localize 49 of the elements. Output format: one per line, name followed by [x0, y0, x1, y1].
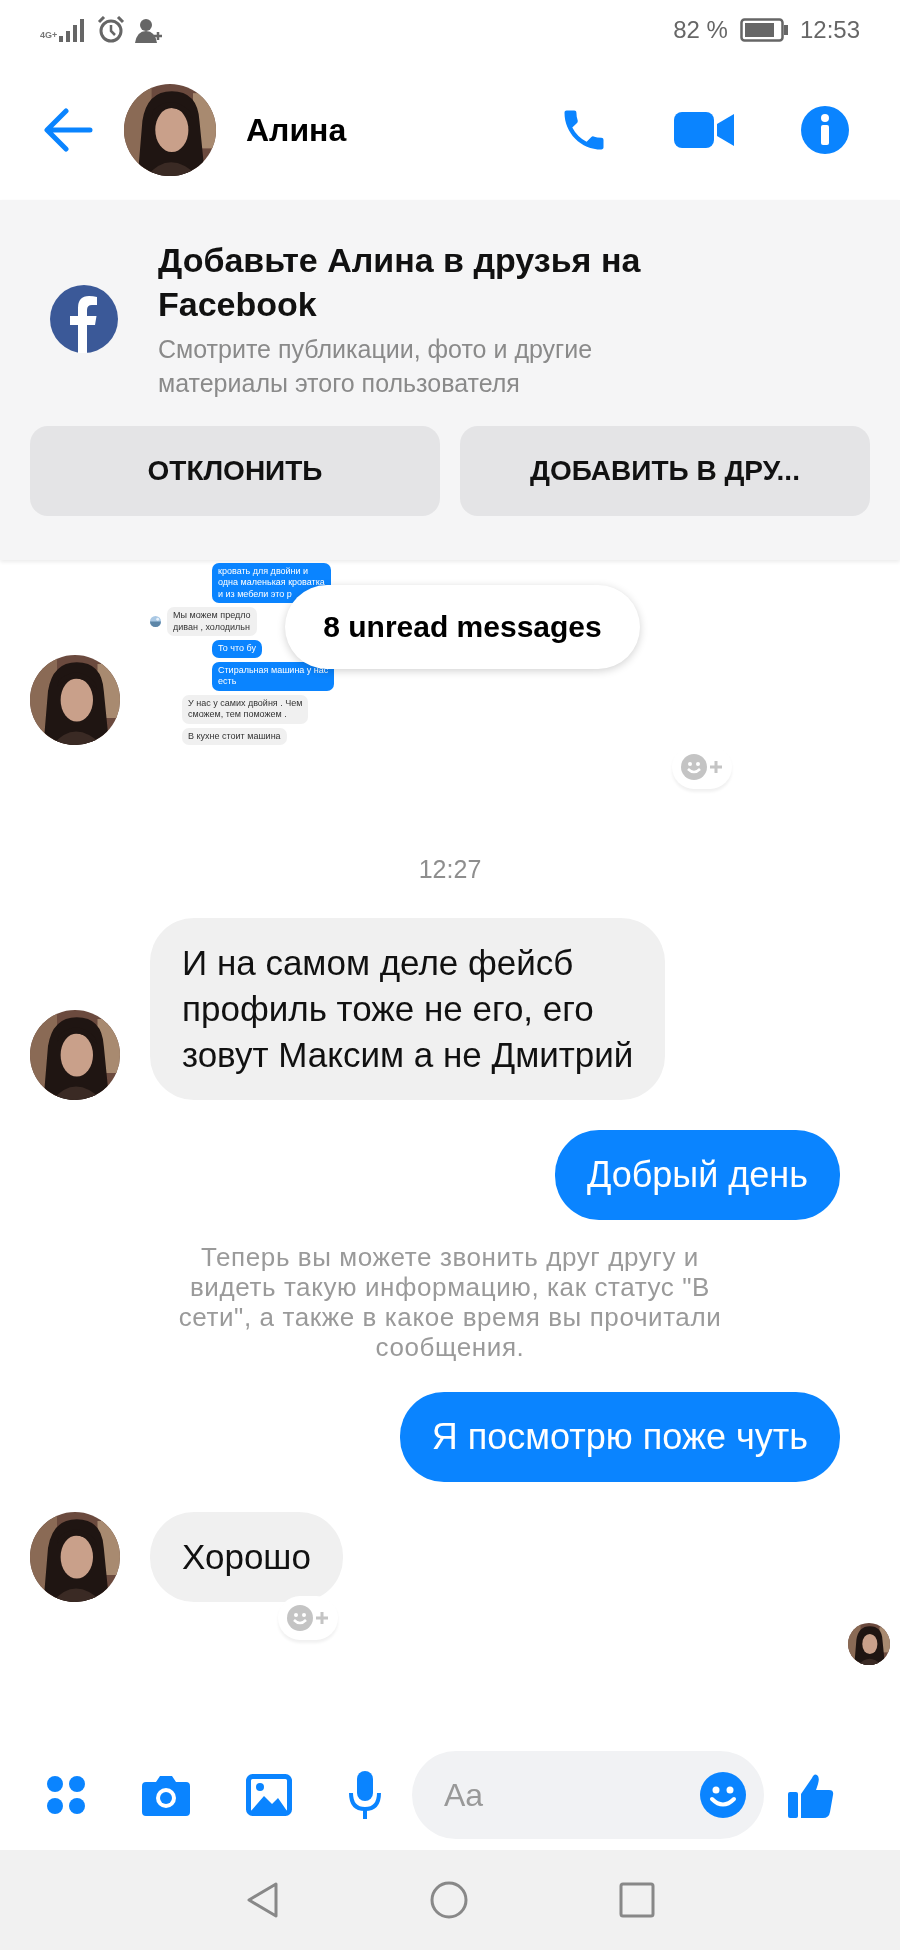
smiley-plus-icon: [680, 752, 724, 782]
smiley-plus-icon: [286, 1603, 330, 1633]
thumbnail-message: В кухне стоит машина: [182, 727, 287, 745]
camera-icon: [142, 1774, 190, 1816]
info-icon: [800, 105, 850, 155]
thumbs-up-icon: [788, 1772, 834, 1818]
gallery-button[interactable]: [246, 1774, 292, 1816]
more-button[interactable]: [46, 1775, 86, 1815]
info-button[interactable]: [800, 105, 850, 155]
add-friend-button[interactable]: ДОБАВИТЬ В ДРУ...: [460, 426, 870, 516]
thumbnail-message: То что бу: [212, 640, 262, 658]
battery-percentage: 82 %: [673, 16, 728, 44]
message-field[interactable]: Aa: [412, 1751, 764, 1839]
add-contact-icon: [135, 17, 164, 43]
thumbnail-message: У нас у самих двойня . Чем сможем, тем поможем .: [182, 694, 309, 724]
thumbnail-message: Мы можем предло диван , холодильн: [167, 607, 257, 636]
incoming-message: И на самом деле фейсб профиль тоже не его, его зовут Максим а не Дмитрий: [150, 918, 666, 1100]
timestamp: 12:27: [417, 855, 483, 884]
contact-name: Алина: [246, 111, 348, 149]
voice-button[interactable]: [348, 1771, 382, 1819]
system-notice: Теперь вы можете звонить друг другу и видеть такую информацию, как статус "В сети", а также в какое время вы прочитали сообщения.: [178, 1242, 722, 1362]
message-input[interactable]: Aa: [442, 1775, 700, 1815]
decline-button[interactable]: ОТКЛОНИТЬ: [30, 426, 440, 516]
camera-button[interactable]: [142, 1774, 190, 1816]
home-nav-button[interactable]: [429, 1880, 469, 1920]
four-dots-icon: [46, 1775, 86, 1815]
card-title: Добавьте Алина в друзья на Facebook: [158, 240, 642, 325]
outgoing-message: Добрый день: [554, 1130, 840, 1220]
emoji-icon: [700, 1772, 746, 1818]
facebook-logo-icon: [50, 285, 118, 353]
video-call-button[interactable]: [674, 109, 736, 151]
back-arrow-icon: [42, 108, 94, 152]
square-icon: [619, 1882, 655, 1918]
back-nav-button[interactable]: [245, 1881, 279, 1919]
incoming-message: Хорошо: [150, 1512, 343, 1602]
circle-icon: [429, 1880, 469, 1920]
recents-nav-button[interactable]: [619, 1882, 655, 1918]
outgoing-message: Я посмотрю поже чуть: [399, 1392, 840, 1482]
video-camera-icon: [674, 109, 736, 151]
like-button[interactable]: [788, 1772, 834, 1818]
clock: 12:53: [799, 16, 860, 44]
microphone-icon: [348, 1771, 382, 1819]
triangle-icon: [245, 1881, 279, 1919]
alarm-clock-icon: [97, 16, 126, 44]
back-button[interactable]: [42, 108, 94, 152]
card-description: Смотрите публикации, фото и другие материалы этого пользователя: [158, 334, 594, 399]
image-icon: [246, 1774, 292, 1816]
battery-icon: [739, 18, 788, 42]
network-type: 4G+: [40, 30, 58, 40]
